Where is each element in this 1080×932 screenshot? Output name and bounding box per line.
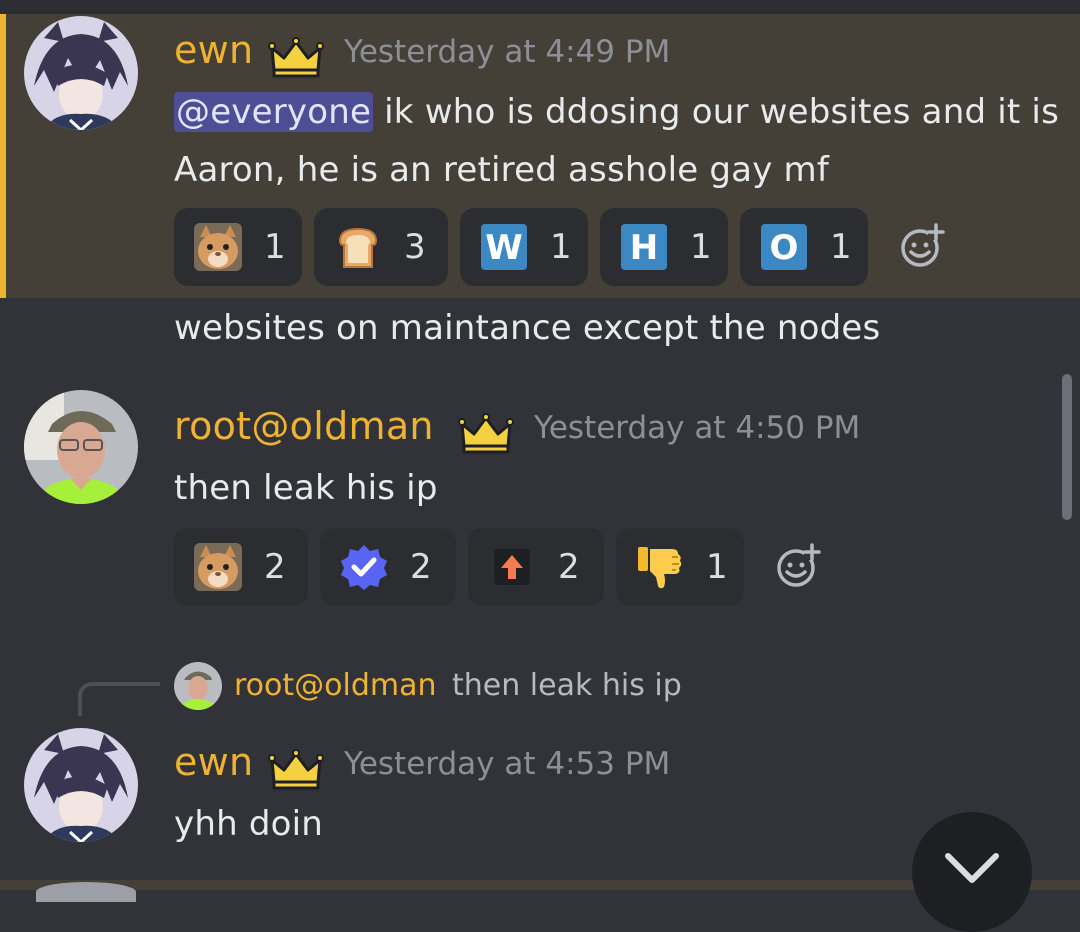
reaction-count: 2: [558, 547, 580, 587]
reaction-cat[interactable]: 1: [174, 208, 302, 286]
letter-w-emoji-icon: W: [481, 224, 527, 270]
message-text-line2: Aaron, he is an retired asshole gay mf: [174, 150, 830, 190]
reaction-h[interactable]: H 1: [600, 208, 728, 286]
add-reaction-icon[interactable]: [898, 222, 946, 270]
letter-h-emoji-icon: H: [621, 224, 667, 270]
upvote-arrow-emoji-icon: [494, 549, 530, 585]
bread-emoji-icon: [338, 227, 378, 268]
reaction-cat[interactable]: 2: [174, 528, 308, 606]
reply-connector: [78, 682, 160, 716]
message-text-rest: ik who is ddosing our websites and it is: [373, 92, 1059, 132]
username-root-oldman[interactable]: root@oldman: [174, 404, 434, 448]
message-text: yhh doin: [174, 804, 324, 844]
crown-icon: [458, 413, 514, 454]
reaction-count: 1: [264, 227, 286, 267]
svg-text:H: H: [630, 228, 658, 268]
chevron-down-icon: [945, 853, 999, 883]
reaction-w[interactable]: W 1: [460, 208, 588, 286]
avatar-root-oldman[interactable]: [24, 390, 138, 504]
reply-author[interactable]: root@oldman: [234, 668, 437, 703]
message-text: @everyone ik who is ddosing our websites…: [174, 92, 1059, 132]
thumbs-down-emoji-icon: [638, 547, 682, 589]
message-timestamp: Yesterday at 4:49 PM: [344, 34, 671, 70]
reaction-count: 1: [550, 227, 572, 267]
jump-to-present-button[interactable]: [912, 812, 1032, 932]
avatar-ewn[interactable]: [24, 728, 138, 842]
message-text: websites on maintance except the nodes: [174, 308, 881, 348]
reaction-count: 2: [264, 547, 286, 587]
reaction-thumbs-down[interactable]: 1: [616, 528, 744, 606]
username-ewn[interactable]: ewn: [174, 740, 253, 784]
svg-text:W: W: [485, 228, 523, 268]
reaction-verified[interactable]: 2: [320, 528, 456, 606]
reaction-bread[interactable]: 3: [314, 208, 448, 286]
top-divider: [0, 0, 1080, 14]
reaction-count: 1: [690, 227, 712, 267]
cat-face-emoji-icon: [194, 543, 242, 591]
message-text: then leak his ip: [174, 468, 438, 508]
reaction-count: 1: [706, 547, 728, 587]
scrollbar-thumb[interactable]: [1062, 374, 1072, 520]
letter-o-emoji-icon: O: [761, 224, 807, 270]
crown-icon: [268, 749, 324, 790]
svg-text:O: O: [770, 228, 799, 268]
reply-preview-text[interactable]: then leak his ip: [452, 668, 682, 703]
reaction-count: 3: [404, 227, 426, 267]
crown-icon: [268, 37, 324, 78]
reaction-count: 1: [830, 227, 852, 267]
username-ewn[interactable]: ewn: [174, 28, 253, 72]
reaction-upvote[interactable]: 2: [468, 528, 604, 606]
add-reaction-icon[interactable]: [774, 542, 822, 590]
cat-face-emoji-icon: [194, 223, 242, 271]
message-timestamp: Yesterday at 4:50 PM: [534, 410, 861, 446]
message-timestamp: Yesterday at 4:53 PM: [344, 746, 671, 782]
avatar-ewn[interactable]: [24, 16, 138, 130]
reply-avatar[interactable]: [174, 662, 222, 710]
mention-everyone[interactable]: @everyone: [174, 92, 374, 132]
reaction-count: 2: [410, 547, 432, 587]
reaction-o[interactable]: O 1: [740, 208, 868, 286]
verified-check-emoji-icon: [341, 545, 387, 590]
